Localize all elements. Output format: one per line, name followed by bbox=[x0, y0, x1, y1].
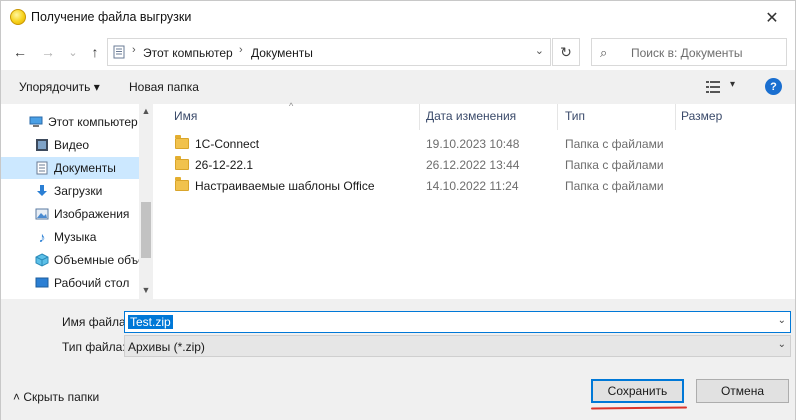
column-header-name[interactable]: Имя bbox=[174, 109, 197, 123]
app-icon bbox=[10, 9, 26, 25]
chevron-down-icon[interactable]: ⌄ bbox=[535, 44, 544, 57]
sidebar-item-desktop[interactable]: Рабочий стол bbox=[1, 272, 139, 294]
downloads-icon bbox=[35, 184, 49, 198]
sidebar-item-label: Этот компьютер bbox=[48, 115, 138, 129]
pictures-icon bbox=[35, 207, 49, 221]
scroll-down-icon[interactable]: ▼ bbox=[141, 285, 151, 295]
view-options-icon[interactable] bbox=[706, 81, 720, 93]
file-name: 1C-Connect bbox=[195, 137, 260, 151]
recent-locations-button[interactable]: ⌄ bbox=[63, 42, 83, 62]
column-header-date[interactable]: Дата изменения bbox=[426, 109, 516, 123]
annotation-underline bbox=[590, 406, 688, 410]
sidebar-item-3d-objects[interactable]: Объемные объекты bbox=[1, 249, 139, 271]
table-row[interactable]: Настраиваемые шаблоны Office 14.10.2022 … bbox=[157, 176, 717, 196]
music-icon: ♪ bbox=[38, 229, 46, 245]
up-button[interactable]: ↑ bbox=[85, 42, 105, 62]
filename-value: Test.zip bbox=[128, 315, 173, 329]
file-type: Папка с файлами bbox=[565, 137, 664, 151]
documents-icon bbox=[35, 161, 49, 175]
sidebar-item-documents[interactable]: Документы bbox=[1, 157, 139, 179]
file-type: Папка с файлами bbox=[565, 179, 664, 193]
filetype-value: Архивы (*.zip) bbox=[128, 340, 205, 354]
column-divider[interactable] bbox=[557, 104, 558, 130]
column-divider[interactable] bbox=[675, 104, 676, 130]
new-folder-button[interactable]: Новая папка bbox=[129, 80, 199, 94]
title-bar: Получение файла выгрузки ✕ bbox=[1, 1, 795, 34]
documents-icon bbox=[113, 45, 125, 59]
column-header-size[interactable]: Размер bbox=[681, 109, 722, 123]
save-form: Имя файла: Test.zip ⌄ Тип файла: Архивы … bbox=[1, 299, 795, 420]
chevron-right-icon: › bbox=[132, 44, 136, 56]
file-date: 19.10.2023 10:48 bbox=[426, 137, 520, 151]
filename-label: Имя файла: bbox=[62, 315, 129, 329]
search-placeholder: Поиск в: Документы bbox=[631, 46, 743, 60]
command-bar: Упорядочить ▾ Новая папка ▾ ? bbox=[1, 70, 795, 104]
folder-icon bbox=[175, 135, 189, 149]
filename-input[interactable]: Test.zip ⌄ bbox=[124, 311, 791, 333]
file-type: Папка с файлами bbox=[565, 158, 664, 172]
table-row[interactable]: 1C-Connect 19.10.2023 10:48 Папка с файл… bbox=[157, 134, 717, 154]
sidebar-item-label: Рабочий стол bbox=[54, 276, 130, 290]
file-date: 26.12.2022 13:44 bbox=[426, 158, 520, 172]
file-name: Настраиваемые шаблоны Office bbox=[195, 179, 375, 193]
chevron-right-icon: › bbox=[239, 44, 243, 56]
sidebar-item-music[interactable]: ♪ Музыка bbox=[1, 226, 139, 248]
sidebar-scrollbar[interactable]: ▲ ▼ bbox=[139, 104, 153, 299]
view-dropdown-icon[interactable]: ▾ bbox=[730, 79, 735, 90]
desktop-icon bbox=[35, 276, 49, 290]
3d-objects-icon bbox=[35, 253, 49, 267]
chevron-down-icon[interactable]: ⌄ bbox=[778, 339, 786, 350]
search-input[interactable]: ⌕ Поиск в: Документы bbox=[591, 38, 787, 66]
hide-folders-button[interactable]: ˄ Скрыть папки bbox=[13, 390, 99, 404]
sort-ascending-icon: ^ bbox=[289, 101, 294, 111]
folder-icon bbox=[175, 177, 189, 191]
chevron-down-icon[interactable]: ⌄ bbox=[778, 315, 786, 326]
sidebar-item-label: Видео bbox=[54, 138, 90, 152]
breadcrumb-this-pc[interactable]: Этот компьютер bbox=[143, 46, 233, 60]
sidebar-item-label: Документы bbox=[54, 161, 116, 175]
video-icon bbox=[35, 138, 49, 152]
navigation-pane: Этот компьютер Видео Документы Загрузки bbox=[1, 104, 155, 299]
scroll-up-icon[interactable]: ▲ bbox=[141, 106, 151, 116]
window-title: Получение файла выгрузки bbox=[31, 10, 192, 24]
save-dialog: Получение файла выгрузки ✕ ← → ⌄ ↑ › Это… bbox=[0, 0, 796, 420]
file-name: 26-12-22.1 bbox=[195, 158, 254, 172]
column-header-type[interactable]: Тип bbox=[565, 109, 585, 123]
computer-icon bbox=[29, 115, 43, 129]
cancel-button[interactable]: Отмена bbox=[696, 379, 789, 403]
sidebar-item-label: Загрузки bbox=[54, 184, 103, 198]
sidebar-item-this-pc[interactable]: Этот компьютер bbox=[1, 111, 139, 133]
file-date: 14.10.2022 11:24 bbox=[426, 179, 519, 193]
sidebar-item-downloads[interactable]: Загрузки bbox=[1, 180, 139, 202]
save-button[interactable]: Сохранить bbox=[591, 379, 684, 403]
organize-button[interactable]: Упорядочить ▾ bbox=[19, 80, 100, 94]
table-row[interactable]: 26-12-22.1 26.12.2022 13:44 Папка с файл… bbox=[157, 155, 717, 175]
navigation-bar: ← → ⌄ ↑ › Этот компьютер › Документы ⌄ ↻… bbox=[1, 34, 795, 70]
breadcrumb-documents[interactable]: Документы bbox=[251, 46, 313, 60]
search-icon: ⌕ bbox=[600, 45, 608, 60]
column-divider[interactable] bbox=[419, 104, 420, 130]
refresh-button[interactable]: ↻ bbox=[552, 38, 580, 66]
file-list: ^ Имя Дата изменения Тип Размер 1C-Conne… bbox=[157, 101, 795, 299]
sidebar-item-label: Музыка bbox=[54, 230, 97, 244]
sidebar-item-pictures[interactable]: Изображения bbox=[1, 203, 139, 225]
folder-icon bbox=[175, 156, 189, 170]
sidebar-item-label: Объемные объекты bbox=[54, 253, 139, 267]
browser-area: Этот компьютер Видео Документы Загрузки bbox=[1, 101, 795, 299]
help-icon[interactable]: ? bbox=[765, 78, 782, 95]
filetype-label: Тип файла: bbox=[62, 340, 126, 354]
address-bar[interactable]: › Этот компьютер › Документы ⌄ bbox=[107, 38, 551, 66]
back-button[interactable]: ← bbox=[10, 42, 30, 62]
sidebar-item-video[interactable]: Видео bbox=[1, 134, 139, 156]
scrollbar-thumb[interactable] bbox=[141, 202, 151, 258]
filetype-select[interactable]: Архивы (*.zip) ⌄ bbox=[124, 335, 791, 357]
forward-button[interactable]: → bbox=[38, 42, 58, 62]
close-button[interactable]: ✕ bbox=[749, 1, 795, 34]
sidebar-item-label: Изображения bbox=[54, 207, 130, 221]
